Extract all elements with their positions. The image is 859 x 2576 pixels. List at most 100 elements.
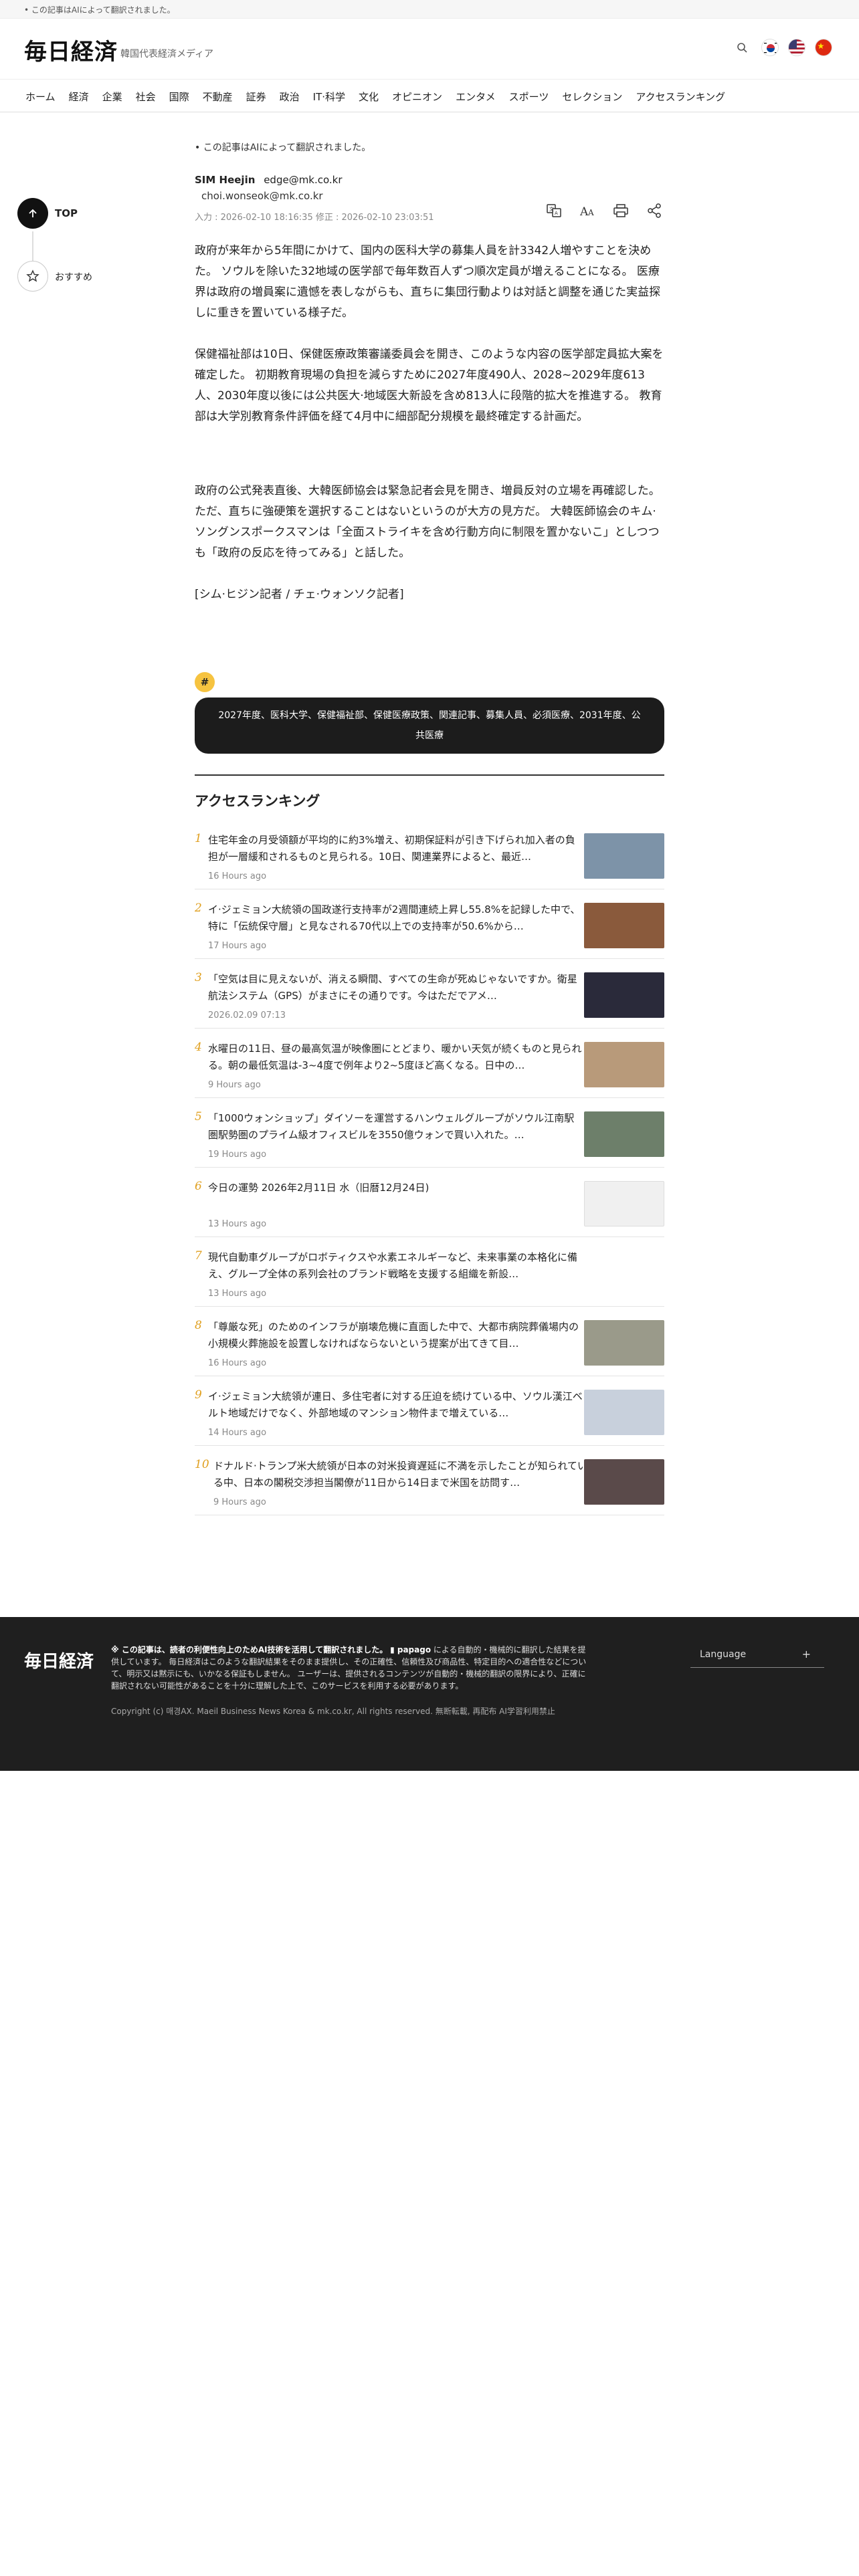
- ranking-thumbnail[interactable]: [584, 1459, 664, 1505]
- ranking-number: 8: [195, 1319, 202, 1332]
- ranking-number: 4: [195, 1041, 202, 1054]
- korea-flag-icon[interactable]: [761, 39, 779, 56]
- nav-it-science[interactable]: IT·科学: [313, 90, 345, 104]
- byline: SIM Heejin edge@mk.co.kr choi.wonseok@mk…: [195, 174, 664, 241]
- ranking-item[interactable]: 1 住宅年金の月受領額が平均的に約3%増え、初期保証料が引き下げられ加入者の負担が…: [195, 820, 664, 889]
- ranking-number: 9: [195, 1388, 202, 1402]
- nav-business[interactable]: 企業: [102, 90, 122, 104]
- ranking-time: 13 Hours ago: [208, 1219, 267, 1229]
- translate-icon[interactable]: 文A: [544, 201, 564, 221]
- star-icon: [26, 270, 39, 282]
- print-icon[interactable]: [611, 201, 631, 221]
- plus-icon: +: [801, 1648, 811, 1660]
- ranking-list: 1 住宅年金の月受領額が平均的に約3%増え、初期保証料が引き下げられ加入者の負担が…: [195, 820, 664, 1515]
- tag-list[interactable]: 2027年度、医科大学、保健福祉部、保健医療政策、関連記事、募集人員、必須医療、…: [195, 697, 664, 754]
- article-reporters: [シム·ヒジン記者 / チェ·ウォンソク記者]: [195, 588, 404, 601]
- article-ai-note: • この記事はAIによって翻訳されました。: [195, 142, 371, 153]
- ranking-headline[interactable]: 今日の運勢 2026年2月11日 水（旧暦12月24日): [208, 1180, 583, 1213]
- ranking-thumbnail[interactable]: [584, 1111, 664, 1157]
- ranking-item[interactable]: 9 イ·ジェミョン大統領が連日、多住宅者に対する圧迫を続けている中、ソウル漢江ベル…: [195, 1376, 664, 1446]
- svg-text:A: A: [587, 208, 594, 217]
- ranking-thumbnail[interactable]: [584, 972, 664, 1018]
- ranking-number: 5: [195, 1110, 202, 1123]
- nav-selection[interactable]: セレクション: [562, 90, 622, 104]
- usa-flag-icon[interactable]: [788, 39, 805, 56]
- nav-real-estate[interactable]: 不動産: [203, 90, 233, 104]
- site-footer: 毎日経済 ※ この記事は、読者の利便性向上のためAI技術を活用して翻訳されました…: [0, 1617, 859, 1771]
- ranking-headline[interactable]: ドナルド·トランプ米大統領が日本の対米投資遅延に不満を示したことが知られている中…: [213, 1458, 588, 1491]
- article-tools: 文A AA: [544, 201, 664, 221]
- ranking-time: 17 Hours ago: [208, 941, 267, 951]
- site-logo[interactable]: 毎日経済: [24, 33, 118, 66]
- ranking-headline[interactable]: 「空気は目に見えないが、消える瞬間、すべての生命が死ぬじゃないですか。衛星航法シ…: [208, 971, 583, 1004]
- china-flag-icon[interactable]: [815, 39, 832, 56]
- ranking-number: 7: [195, 1249, 202, 1263]
- nav-economy[interactable]: 経済: [69, 90, 89, 104]
- ranking-headline[interactable]: 水曜日の11日、昼の最高気温が映像圏にとどまり、暖かい天気が続くものと見られる。…: [208, 1041, 583, 1074]
- hashtag-icon: #: [195, 672, 215, 692]
- ranking-thumbnail[interactable]: [584, 833, 664, 879]
- ranking-headline[interactable]: 住宅年金の月受領額が平均的に約3%増え、初期保証料が引き下げられ加入者の負担が一…: [208, 832, 583, 865]
- ranking-time: 16 Hours ago: [208, 1358, 267, 1368]
- ranking-time: 13 Hours ago: [208, 1289, 267, 1299]
- scroll-top-button[interactable]: [17, 198, 48, 229]
- share-icon[interactable]: [644, 201, 664, 221]
- article-paragraph: 政府の公式発表直後、大韓医師協会は緊急記者会見を開き、増員反対の立場を再確認した…: [195, 484, 660, 560]
- nav-sports[interactable]: スポーツ: [509, 90, 549, 104]
- ranking-thumbnail[interactable]: [584, 903, 664, 948]
- ranking-item[interactable]: 8 「尊厳な死」のためのインフラが崩壊危機に直面した中で、大都市病院葬儀場内の小規…: [195, 1307, 664, 1376]
- footer-lead: ※ この記事は、読者の利便性向上のためAI技術を活用して翻訳されました。: [111, 1645, 388, 1654]
- article-paragraph: 政府が来年から5年間にかけて、国内の医科大学の募集人員を計3342人増やすことを…: [195, 244, 661, 320]
- nav-society[interactable]: 社会: [136, 90, 156, 104]
- article-body: 政府が来年から5年間にかけて、国内の医科大学の募集人員を計3342人増やすことを…: [195, 241, 664, 605]
- nav-home[interactable]: ホーム: [25, 90, 56, 104]
- ranking-item[interactable]: 2 イ·ジェミョン大統領の国政遂行支持率が2週間連続上昇し55.8%を記録した中で…: [195, 889, 664, 959]
- nav-opinion[interactable]: オピニオン: [392, 90, 442, 104]
- ranking-headline[interactable]: イ·ジェミョン大統領が連日、多住宅者に対する圧迫を続けている中、ソウル漢江ベルト…: [208, 1388, 583, 1422]
- footer-disclaimer: ※ この記事は、読者の利便性向上のためAI技術を活用して翻訳されました。 ▮ p…: [111, 1644, 593, 1692]
- ranking-number: 3: [195, 971, 202, 984]
- ranking-headline[interactable]: 「1000ウォンショップ」ダイソーを運営するハンウェルグループがソウル江南駅圏駅…: [208, 1110, 583, 1144]
- language-select[interactable]: Language +: [690, 1644, 824, 1668]
- nav-entertainment[interactable]: エンタメ: [456, 90, 496, 104]
- author-name[interactable]: SIM Heejin: [195, 174, 255, 186]
- svg-text:A: A: [555, 211, 558, 216]
- recommend-button[interactable]: [17, 261, 48, 292]
- ranking-item[interactable]: 7 現代自動車グループがロボティクスや水素エネルギーなど、未来事業の本格化に備え、…: [195, 1237, 664, 1307]
- language-label: Language: [700, 1649, 747, 1660]
- search-icon[interactable]: [732, 37, 752, 58]
- ranking-time: 19 Hours ago: [208, 1150, 267, 1160]
- footer-logo[interactable]: 毎日経済: [24, 1648, 94, 1673]
- nav-culture[interactable]: 文化: [359, 90, 379, 104]
- ranking-time: 14 Hours ago: [208, 1428, 267, 1438]
- ranking-item[interactable]: 3 「空気は目に見えないが、消える瞬間、すべての生命が死ぬじゃないですか。衛星航法…: [195, 959, 664, 1029]
- ranking-time: 2026.02.09 07:13: [208, 1010, 286, 1021]
- ranking-headline[interactable]: イ·ジェミョン大統領の国政遂行支持率が2週間連続上昇し55.8%を記録した中で、…: [208, 901, 583, 935]
- ranking-item[interactable]: 6 今日の運勢 2026年2月11日 水（旧暦12月24日) 13 Hours ag…: [195, 1168, 664, 1237]
- ranking-item[interactable]: 4 水曜日の11日、昼の最高気温が映像圏にとどまり、暖かい天気が続くものと見られる…: [195, 1029, 664, 1098]
- nav-international[interactable]: 国際: [169, 90, 189, 104]
- ranking-item[interactable]: 5 「1000ウォンショップ」ダイソーを運営するハンウェルグループがソウル江南駅圏…: [195, 1098, 664, 1168]
- font-size-icon[interactable]: AA: [577, 201, 597, 221]
- svg-text:A: A: [579, 205, 589, 219]
- ranking-time: 16 Hours ago: [208, 871, 267, 881]
- ranking-headline[interactable]: 「尊厳な死」のためのインフラが崩壊危機に直面した中で、大都市病院葬儀場内の小規模…: [208, 1319, 583, 1352]
- ranking-section: アクセスランキング 1 住宅年金の月受領額が平均的に約3%増え、初期保証料が引き下…: [195, 774, 664, 1515]
- nav-politics[interactable]: 政治: [280, 90, 300, 104]
- author-line: SIM Heejin edge@mk.co.kr: [195, 174, 664, 186]
- author-email[interactable]: edge@mk.co.kr: [264, 174, 342, 186]
- main-navigation: ホーム 経済 企業 社会 国際 不動産 証券 政治 IT·科学 文化 オピニオン…: [0, 79, 859, 112]
- ranking-number: 2: [195, 901, 202, 915]
- ranking-item[interactable]: 10 ドナルド·トランプ米大統領が日本の対米投資遅延に不満を示したことが知られてい…: [195, 1446, 664, 1515]
- ranking-headline[interactable]: 現代自動車グループがロボティクスや水素エネルギーなど、未来事業の本格化に備え、グ…: [208, 1249, 583, 1283]
- ranking-number: 1: [195, 832, 202, 845]
- nav-ranking[interactable]: アクセスランキング: [636, 90, 725, 104]
- ranking-thumbnail[interactable]: [584, 1042, 664, 1087]
- ranking-thumbnail[interactable]: [584, 1320, 664, 1366]
- ranking-thumbnail[interactable]: [584, 1390, 664, 1435]
- site-header: 毎日経済 韓国代表経済メディア: [0, 19, 859, 79]
- scroll-top-label: TOP: [55, 207, 78, 219]
- nav-stocks[interactable]: 証券: [246, 90, 266, 104]
- ranking-thumbnail[interactable]: [584, 1181, 664, 1226]
- footer-copyright: Copyright (c) 매경AX. Maeil Business News …: [111, 1707, 555, 1716]
